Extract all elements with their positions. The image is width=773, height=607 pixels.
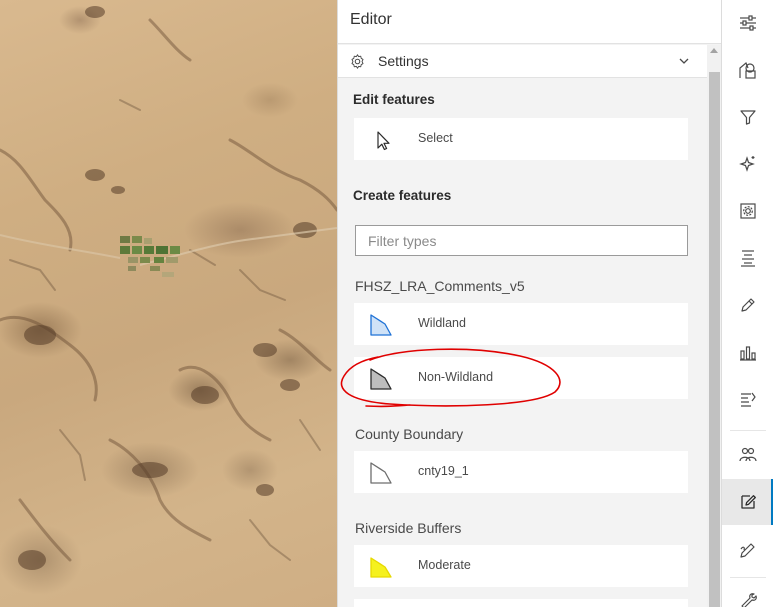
settings-label: Settings — [378, 53, 429, 69]
filter-types-input[interactable] — [355, 225, 688, 256]
template-label: Wildland — [418, 316, 466, 330]
bar-chart-icon — [740, 346, 756, 361]
gear-box-icon — [740, 203, 756, 219]
edit-features-heading: Edit features — [353, 92, 435, 107]
toolbar-tools[interactable] — [722, 578, 773, 607]
list-align-icon — [741, 250, 755, 267]
toolbar-sketch-tag[interactable] — [722, 282, 773, 328]
toolbar-configure[interactable] — [722, 188, 773, 234]
template-wildland[interactable]: Wildland — [354, 303, 688, 345]
toolbar-charts[interactable] — [722, 329, 773, 375]
toolbar-separator — [730, 430, 766, 431]
panel-title: Editor — [350, 11, 392, 28]
toolbar-filter[interactable] — [722, 94, 773, 140]
sparkle-icon — [739, 156, 755, 172]
template-cnty19-1[interactable]: cnty19_1 — [354, 451, 688, 493]
template-partial[interactable] — [354, 599, 688, 607]
create-features-heading: Create features — [353, 188, 452, 203]
polygon-symbol-icon — [370, 462, 392, 484]
toolbar-sketch[interactable] — [722, 527, 773, 573]
editor-panel: Editor Settings Edit features Select Cre… — [337, 0, 722, 607]
panel-header: Editor — [338, 0, 722, 44]
template-label: cnty19_1 — [418, 464, 469, 478]
map-view[interactable] — [0, 0, 337, 607]
sketch-icon — [740, 543, 755, 558]
toolbar-analysis[interactable] — [722, 376, 773, 422]
template-label: Moderate — [418, 558, 471, 572]
edit-icon — [741, 495, 756, 509]
analysis-icon — [741, 392, 756, 407]
toolbar-styles[interactable] — [722, 47, 773, 93]
gear-icon — [351, 54, 364, 69]
wrench-icon — [741, 593, 757, 607]
toolbar-labels[interactable] — [722, 235, 773, 281]
scroll-up-arrow-icon[interactable] — [710, 48, 718, 53]
toolbar-edit[interactable] — [722, 479, 773, 525]
toolbar-properties[interactable] — [722, 0, 773, 46]
layer-title-riverside-buffers: Riverside Buffers — [355, 520, 462, 536]
layer-title-fhsz: FHSZ_LRA_Comments_v5 — [355, 278, 525, 294]
settings-toggle[interactable]: Settings — [338, 45, 707, 78]
polygon-symbol-icon — [370, 368, 392, 390]
polygon-symbol-icon — [370, 314, 392, 336]
sliders-icon — [740, 15, 756, 31]
chevron-down-icon — [679, 58, 689, 64]
template-non-wildland[interactable]: Non-Wildland — [354, 357, 688, 399]
toolbar-collaborate[interactable] — [722, 432, 773, 478]
shapes-icon — [739, 62, 756, 79]
pen-tag-icon — [741, 298, 755, 312]
people-icon — [739, 447, 757, 462]
cursor-arrow-icon — [377, 131, 390, 151]
scrollbar-thumb[interactable] — [709, 72, 720, 607]
select-label: Select — [418, 131, 453, 145]
template-label: Non-Wildland — [418, 370, 494, 384]
layer-title-county-boundary: County Boundary — [355, 426, 464, 442]
right-toolbar — [721, 0, 773, 607]
toolbar-effects[interactable] — [722, 141, 773, 187]
template-moderate[interactable]: Moderate — [354, 545, 688, 587]
filter-icon — [740, 110, 756, 125]
polygon-symbol-icon — [370, 557, 392, 578]
satellite-imagery — [0, 6, 337, 570]
select-tool-button[interactable]: Select — [354, 118, 688, 160]
